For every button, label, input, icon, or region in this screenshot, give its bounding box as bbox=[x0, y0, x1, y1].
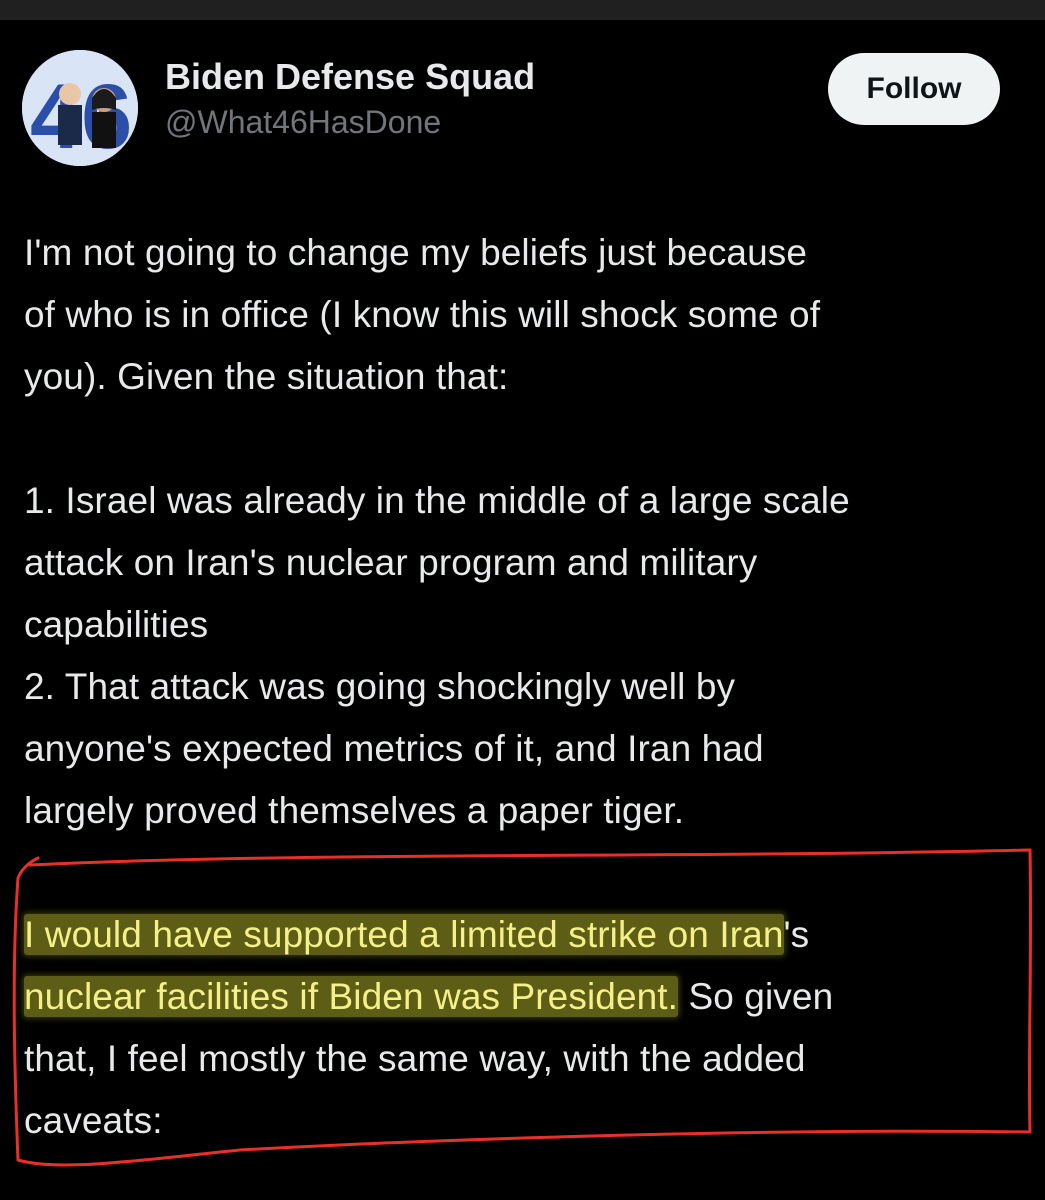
tweet-paragraph-list: 1. Israel was already in the middle of a… bbox=[24, 470, 1024, 842]
tweet-paragraph-intro: I'm not going to change my beliefs just … bbox=[24, 222, 1024, 408]
top-strip bbox=[0, 0, 1045, 20]
avatar[interactable]: 46 bbox=[22, 50, 138, 166]
text-line: capabilities bbox=[24, 604, 209, 645]
text-line: I'm not going to change my beliefs just … bbox=[24, 232, 808, 273]
user-handle[interactable]: @What46HasDone bbox=[165, 104, 441, 141]
tweet-header: 46 Biden Defense Squad @What46HasDone Fo… bbox=[0, 20, 1045, 170]
display-name[interactable]: Biden Defense Squad bbox=[165, 56, 535, 98]
follow-button[interactable]: Follow bbox=[828, 53, 1000, 125]
text-line: largely proved themselves a paper tiger. bbox=[24, 790, 685, 831]
text-line: 2. That attack was going shockingly well… bbox=[24, 666, 736, 707]
text-line: anyone's expected metrics of it, and Ira… bbox=[24, 728, 764, 769]
text-line: 1. Israel was already in the middle of a… bbox=[24, 480, 850, 521]
highlighted-text: I would have supported a limited strike … bbox=[24, 914, 784, 955]
text-line: of who is in office (I know this will sh… bbox=[24, 294, 821, 335]
text-line: caveats: bbox=[24, 1100, 163, 1141]
highlighted-text: nuclear facilities if Biden was Presiden… bbox=[24, 976, 679, 1017]
text-line: that, I feel mostly the same way, with t… bbox=[24, 1038, 806, 1079]
tweet-text: I'm not going to change my beliefs just … bbox=[24, 222, 1024, 1152]
text-line: attack on Iran's nuclear program and mil… bbox=[24, 542, 758, 583]
text-fragment: So given bbox=[678, 976, 834, 1017]
text-line: nuclear facilities if Biden was Presiden… bbox=[24, 966, 1024, 1028]
text-fragment: 's bbox=[783, 914, 810, 955]
text-line: I would have supported a limited strike … bbox=[24, 904, 1024, 966]
tweet-paragraph-highlighted: I would have supported a limited strike … bbox=[24, 904, 1024, 1152]
text-line: you). Given the situation that: bbox=[24, 356, 509, 397]
avatar-image: 46 bbox=[22, 50, 138, 166]
